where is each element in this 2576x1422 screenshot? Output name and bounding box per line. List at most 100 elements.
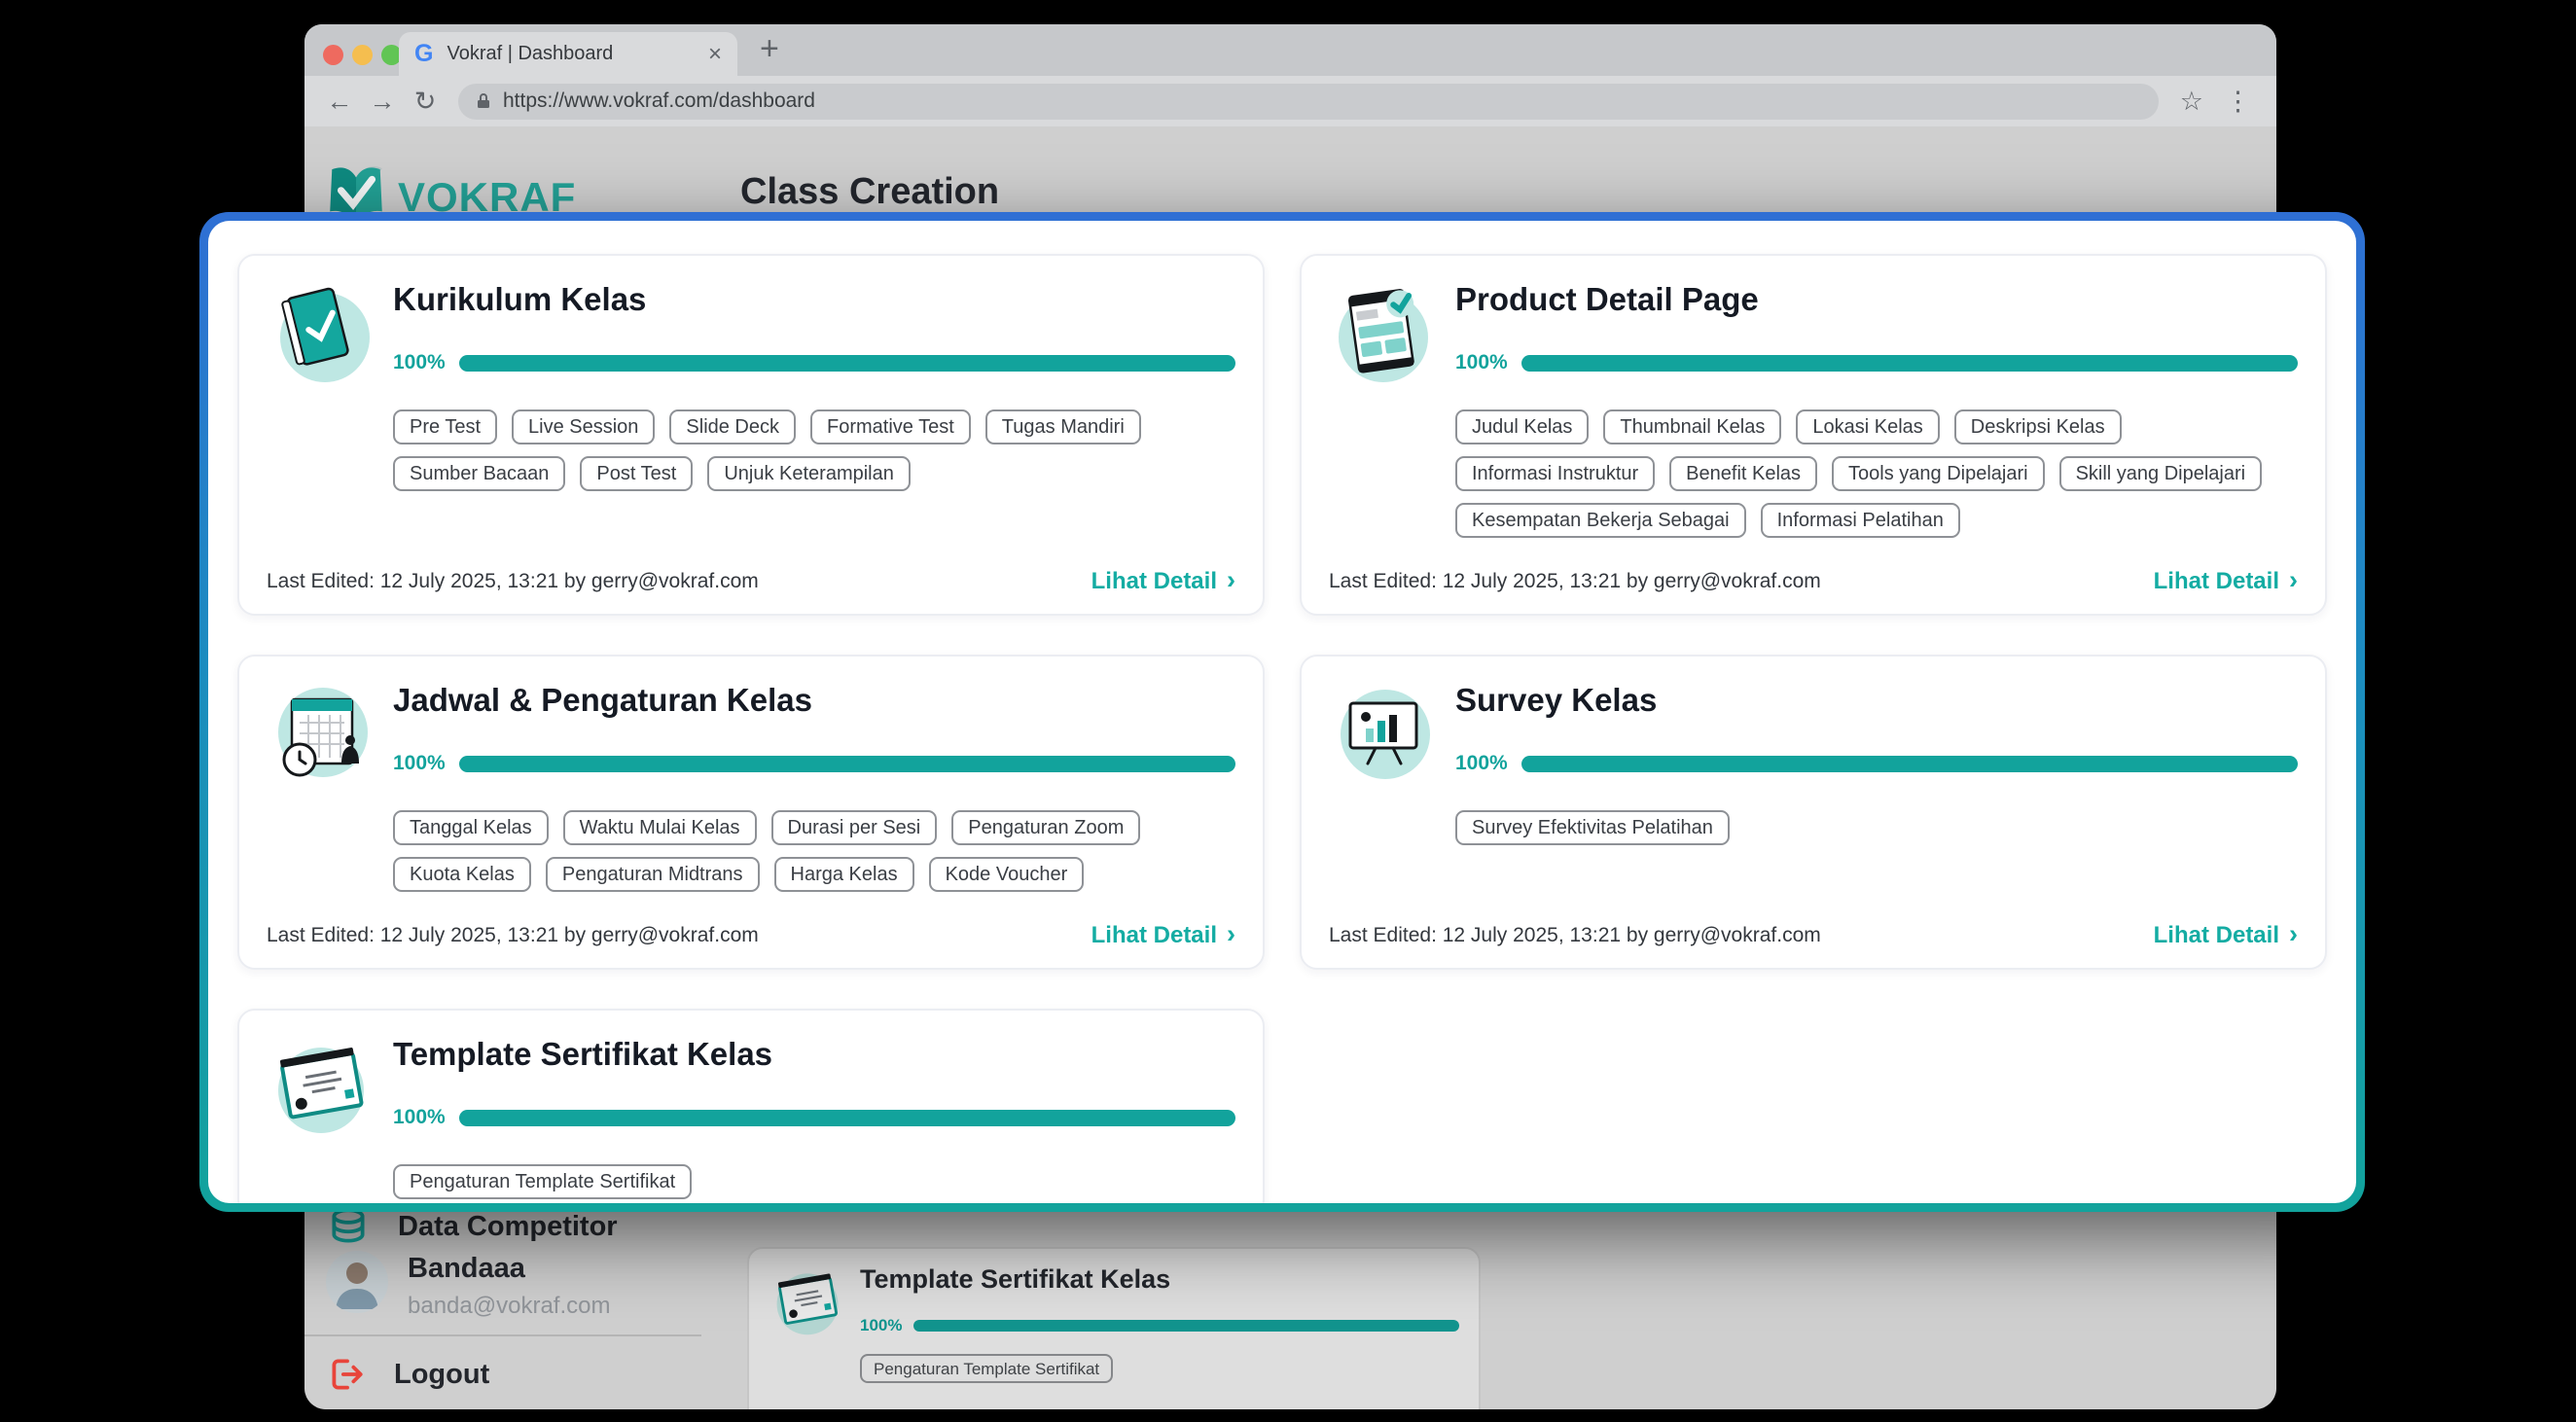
- last-edited-text: Last Edited: 12 July 2025, 13:21 by gerr…: [267, 570, 759, 593]
- tag-list: Pengaturan Template Sertifikat: [860, 1354, 1459, 1383]
- user-name: Bandaaa: [408, 1253, 610, 1285]
- card-template-sertifikat-kelas: Template Sertifikat Kelas 100% Pengatura…: [237, 1009, 1265, 1203]
- new-tab-button[interactable]: +: [760, 30, 779, 68]
- certificate-illustration: [267, 1032, 376, 1141]
- tag-chip: Kode Voucher: [929, 857, 1085, 892]
- browser-toolbar: ← → ↻ https://www.vokraf.com/dashboard ☆…: [304, 76, 2276, 126]
- tag-chip: Kesempatan Bekerja Sebagai: [1455, 503, 1746, 538]
- user-profile[interactable]: Bandaaa banda@vokraf.com: [326, 1251, 610, 1320]
- chevron-right-icon: ›: [2289, 921, 2298, 947]
- tag-chip: Thumbnail Kelas: [1603, 409, 1781, 444]
- tag-list: Pengaturan Template Sertifikat: [393, 1164, 1235, 1199]
- lihat-detail-link[interactable]: Lihat Detail ›: [2154, 922, 2298, 949]
- tag-list: Survey Efektivitas Pelatihan: [1455, 810, 2298, 845]
- book-illustration: [267, 277, 376, 386]
- tab-strip: G Vokraf | Dashboard × +: [304, 24, 2276, 76]
- tag-chip: Tools yang Dipelajari: [1832, 456, 2045, 491]
- tag-chip: Skill yang Dipelajari: [2059, 456, 2263, 491]
- tag-list: Judul Kelas Thumbnail Kelas Lokasi Kelas De…: [1455, 409, 2298, 538]
- tag-chip: Durasi per Sesi: [771, 810, 938, 845]
- reload-icon[interactable]: ↻: [406, 87, 445, 117]
- card-survey-kelas: Survey Kelas 100% Survey Efektivitas Pel…: [1300, 655, 2327, 970]
- tag-chip: Deskripsi Kelas: [1954, 409, 2122, 444]
- progress-bar: [459, 756, 1235, 772]
- progress-label: 100%: [393, 1106, 446, 1129]
- card-product-detail-page: Product Detail Page 100% Judul KelasThum…: [1300, 254, 2327, 616]
- chevron-right-icon: ›: [1227, 567, 1235, 593]
- survey-monitor-illustration: [1329, 678, 1438, 787]
- tag-chip: Sumber Bacaan: [393, 456, 565, 491]
- tag-chip: Pengaturan Template Sertifikat: [393, 1164, 692, 1199]
- tag-chip: Informasi Instruktur: [1455, 456, 1655, 491]
- back-icon[interactable]: ←: [320, 87, 359, 117]
- tag-chip: Survey Efektivitas Pelatihan: [1455, 810, 1730, 845]
- tag-chip: Benefit Kelas: [1669, 456, 1817, 491]
- progress-bar: [1521, 756, 2298, 772]
- lihat-detail-link[interactable]: Lihat Detail ›: [2154, 568, 2298, 595]
- tag-chip: Unjuk Keterampilan: [707, 456, 911, 491]
- tag-list: Tanggal Kelas Waktu Mulai Kelas Durasi per…: [393, 810, 1235, 892]
- tag-chip: Judul Kelas: [1455, 409, 1589, 444]
- bookmark-star-icon[interactable]: ☆: [2180, 87, 2203, 117]
- modal-content: Kurikulum Kelas 100% Pre Test Live Sessio…: [208, 221, 2356, 1203]
- tag-chip: Informasi Pelatihan: [1761, 503, 1960, 538]
- progress-label: 100%: [393, 351, 446, 374]
- card-title: Kurikulum Kelas: [393, 281, 1235, 318]
- logout-button[interactable]: Logout: [326, 1354, 489, 1395]
- tag-chip: Post Test: [580, 456, 693, 491]
- tab-title: Vokraf | Dashboard: [447, 43, 695, 65]
- page-title: Class Creation: [740, 171, 999, 213]
- user-email: banda@vokraf.com: [408, 1293, 610, 1320]
- background-card-template-sertifikat: Template Sertifikat Kelas 100% Pengatura…: [747, 1247, 1481, 1409]
- lihat-detail-link[interactable]: Lihat Detail ›: [1091, 922, 1235, 949]
- browser-menu-icon[interactable]: ⋮: [2225, 87, 2251, 117]
- tag-chip: Tanggal Kelas: [393, 810, 549, 845]
- tag-list: Pre Test Live Session Slide Deck Formative …: [393, 409, 1235, 491]
- avatar: [326, 1251, 388, 1313]
- progress-label: 100%: [860, 1316, 902, 1335]
- progress-label: 100%: [1455, 752, 1508, 775]
- last-edited-text: Last Edited: 12 July 2025, 13:21 by gerr…: [267, 924, 759, 947]
- certificate-illustration: [769, 1262, 846, 1340]
- url-text: https://www.vokraf.com/dashboard: [503, 89, 815, 113]
- card-title: Jadwal & Pengaturan Kelas: [393, 682, 1235, 719]
- tag-chip: Pengaturan Template Sertifikat: [860, 1354, 1113, 1383]
- browser-tab[interactable]: G Vokraf | Dashboard ×: [399, 32, 737, 76]
- url-bar[interactable]: https://www.vokraf.com/dashboard: [458, 84, 2159, 120]
- tag-chip: Pengaturan Midtrans: [546, 857, 760, 892]
- last-edited-text: Last Edited: 12 July 2025, 13:21 by gerr…: [1329, 570, 1821, 593]
- progress-bar: [459, 1110, 1235, 1126]
- progress-bar: [913, 1320, 1459, 1332]
- tag-chip: Pre Test: [393, 409, 497, 444]
- tag-chip: Slide Deck: [669, 409, 796, 444]
- sidebar-item-label: Data Competitor: [398, 1211, 618, 1243]
- sidebar-divider: [304, 1334, 701, 1336]
- tag-chip: Formative Test: [810, 409, 971, 444]
- logout-label: Logout: [394, 1359, 489, 1391]
- forward-icon[interactable]: →: [363, 87, 402, 117]
- card-grid: Kurikulum Kelas 100% Pre Test Live Sessio…: [237, 254, 2327, 1203]
- last-edited-text: Last Edited: 12 July 2025, 13:21 by gerr…: [1329, 924, 1821, 947]
- tab-close-icon[interactable]: ×: [708, 43, 722, 66]
- calendar-illustration: [267, 678, 376, 787]
- logout-icon: [326, 1354, 367, 1395]
- tag-chip: Live Session: [512, 409, 655, 444]
- chevron-right-icon: ›: [2289, 567, 2298, 593]
- progress-label: 100%: [393, 752, 446, 775]
- card-title: Template Sertifikat Kelas: [860, 1264, 1459, 1295]
- screenshot-canvas: G Vokraf | Dashboard × + ← → ↻ https://w…: [0, 0, 2576, 1422]
- close-window-button[interactable]: [323, 45, 343, 65]
- class-creation-modal: Kurikulum Kelas 100% Pre Test Live Sessio…: [199, 212, 2365, 1212]
- card-kurikulum-kelas: Kurikulum Kelas 100% Pre Test Live Sessio…: [237, 254, 1265, 616]
- tag-chip: Kuota Kelas: [393, 857, 531, 892]
- chevron-right-icon: ›: [1227, 921, 1235, 947]
- minimize-window-button[interactable]: [352, 45, 373, 65]
- webpage-illustration: [1329, 277, 1438, 386]
- tag-chip: Harga Kelas: [774, 857, 914, 892]
- card-title: Survey Kelas: [1455, 682, 2298, 719]
- lock-icon: [474, 91, 493, 111]
- tag-chip: Lokasi Kelas: [1796, 409, 1939, 444]
- tag-chip: Waktu Mulai Kelas: [563, 810, 757, 845]
- google-favicon-icon: G: [414, 42, 433, 66]
- lihat-detail-link[interactable]: Lihat Detail ›: [1091, 568, 1235, 595]
